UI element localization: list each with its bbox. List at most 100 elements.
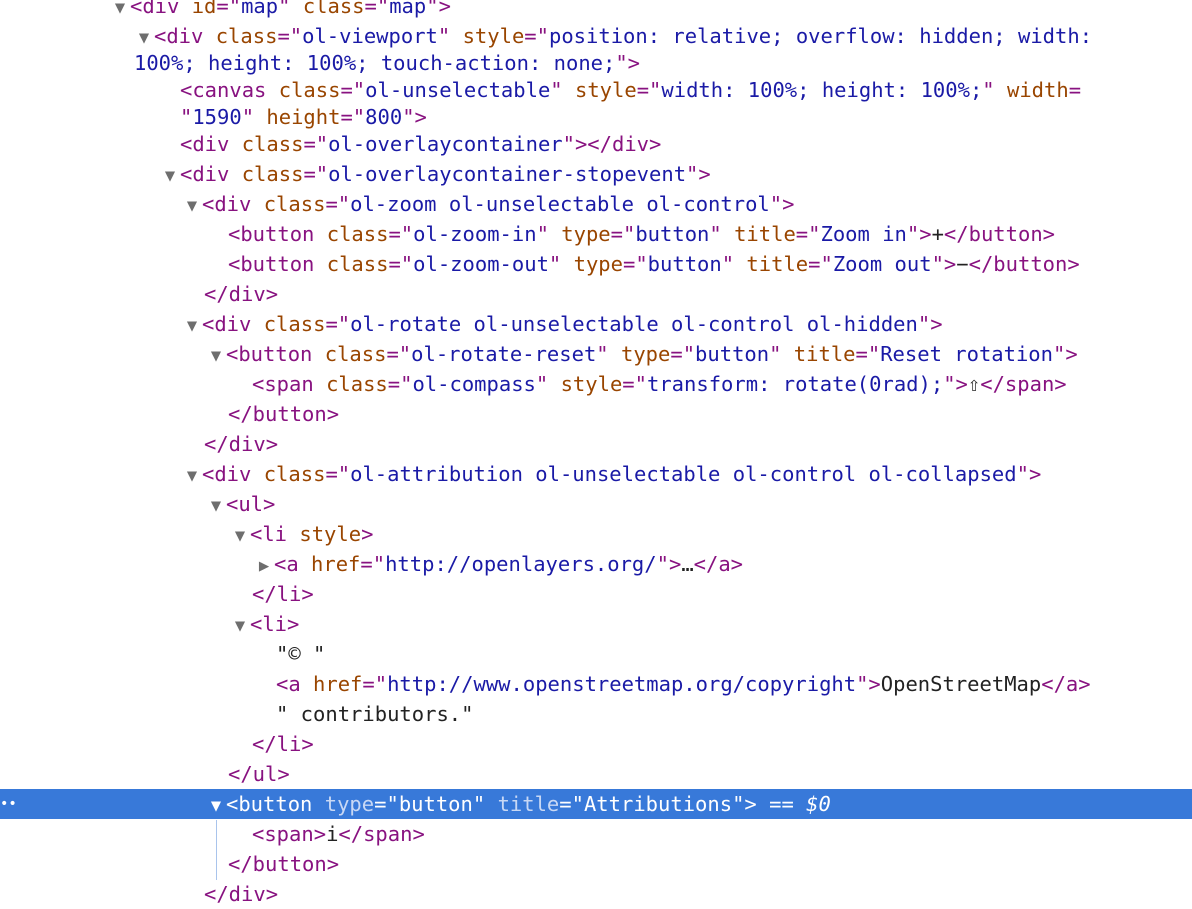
token-tag: <a xyxy=(274,552,312,576)
dom-node-line[interactable]: <button class="ol-zoom-out" type="button… xyxy=(0,249,1192,279)
dom-node-line[interactable]: <span class="ol-compass" style="transfor… xyxy=(0,369,1192,399)
token-val: ol-unselectable xyxy=(365,78,551,102)
token-tag: <div xyxy=(154,24,216,48)
token-txt: i xyxy=(326,822,339,846)
node-content: <canvas class="ol-unselectable" style="w… xyxy=(180,75,1081,105)
dom-node-line[interactable]: </button> xyxy=(0,399,1192,429)
token-tag: " xyxy=(180,105,193,129)
dom-node-line[interactable]: </div> xyxy=(0,429,1192,459)
token-txt: … xyxy=(681,552,694,576)
token-txt: " contributors." xyxy=(276,702,474,726)
node-content: ▶ <a href="http://openlayers.org/">…</a> xyxy=(254,549,743,581)
collapse-triangle-icon[interactable]: ▼ xyxy=(160,161,180,191)
token-val: map xyxy=(389,0,427,18)
node-content: <button class="ol-zoom-in" type="button"… xyxy=(228,219,1055,249)
token-tag: =" xyxy=(388,252,414,276)
dom-node-line[interactable]: "© " xyxy=(0,639,1192,669)
dom-node-line[interactable]: </div> xyxy=(0,879,1192,909)
node-content: </div> xyxy=(204,279,278,309)
token-tag: =" xyxy=(277,24,303,48)
selected-node-line[interactable]: •• ▼ <button type="button" title="Attribut… xyxy=(0,789,1192,819)
dom-node-line[interactable]: 100%; height: 100%; touch-action: none;"… xyxy=(0,48,1192,78)
dom-node-line[interactable]: <a href="http://www.openstreetmap.org/co… xyxy=(0,669,1192,699)
token-tag: =" xyxy=(855,342,881,366)
collapse-triangle-icon[interactable]: ▼ xyxy=(182,191,202,221)
token-tag: =" xyxy=(325,192,351,216)
token-tag: =" xyxy=(386,342,412,366)
token-tag: =" xyxy=(362,672,388,696)
token-tag: =" xyxy=(340,105,366,129)
token-tag: </a> xyxy=(1041,672,1091,696)
token-val: ol-viewport xyxy=(302,24,438,48)
token-tag: <li> xyxy=(250,612,300,636)
dom-node-line[interactable]: ▼ <ul> xyxy=(0,489,1192,519)
token-tag: </button> xyxy=(968,252,1080,276)
token-url[interactable]: http://www.openstreetmap.org/copyright xyxy=(387,672,856,696)
node-content: " contributors." xyxy=(276,699,473,729)
collapse-triangle-icon[interactable]: ▼ xyxy=(182,461,202,491)
collapse-triangle-icon[interactable]: ▼ xyxy=(230,521,250,551)
token-val: position: relative; overflow: hidden; wi… xyxy=(548,24,1093,48)
token-attr: class xyxy=(263,462,326,486)
collapse-triangle-icon[interactable]: ▼ xyxy=(206,491,226,521)
token-tag: "> xyxy=(931,252,957,276)
dom-node-line[interactable]: </div> xyxy=(0,279,1192,309)
dom-node-line[interactable]: ▼ <div class="ol-zoom ol-unselectable ol-… xyxy=(0,189,1192,219)
dom-node-line[interactable]: ▼ <div id="map" class="map"> xyxy=(0,0,1192,21)
token-val: ol-overlaycontainer xyxy=(328,132,563,156)
dom-node-line[interactable]: ▼ <button class="ol-rotate-reset" type="b… xyxy=(0,339,1192,369)
dom-node-line[interactable]: ▼ <div class="ol-attribution ol-unselecta… xyxy=(0,459,1192,489)
token-tag: =" xyxy=(360,552,386,576)
node-content: ▼ <li> xyxy=(230,609,300,641)
token-tag: <button xyxy=(226,342,325,366)
expand-triangle-icon[interactable]: ▶ xyxy=(254,551,274,581)
token-val: ol-compass xyxy=(412,372,536,396)
dom-node-line[interactable]: </ul> xyxy=(0,759,1192,789)
token-tag: <button xyxy=(228,252,327,276)
token-tag: "> xyxy=(1053,342,1078,366)
dom-node-line[interactable]: <span>i</span> xyxy=(0,819,1192,849)
collapse-triangle-icon[interactable]: ▼ xyxy=(206,341,226,371)
dom-node-line[interactable]: "1590" height="800"> xyxy=(0,102,1192,132)
node-content: </li> xyxy=(252,579,314,609)
token-tag: "> xyxy=(906,222,932,246)
token-tag: " xyxy=(721,252,747,276)
token-tag: <div xyxy=(202,192,264,216)
dom-node-line[interactable]: ▶ <a href="http://openlayers.org/">…</a> xyxy=(0,549,1192,579)
token-val: 100%; height: 100%; touch-action: none; xyxy=(134,51,616,75)
dom-node-line[interactable]: ▼ <div class="ol-rotate ol-unselectable o… xyxy=(0,309,1192,339)
token-tag: "> xyxy=(732,792,757,816)
collapse-triangle-icon[interactable]: ▼ xyxy=(182,311,202,341)
token-tag: =" xyxy=(636,78,662,102)
token-tag: =" xyxy=(340,78,366,102)
dom-node-line[interactable]: ▼ <li style> xyxy=(0,519,1192,549)
node-content: ▼ <div class="ol-overlaycontainer-stopeve… xyxy=(160,159,711,191)
dom-node-line[interactable]: <canvas class="ol-unselectable" style="w… xyxy=(0,75,1192,105)
dom-node-line[interactable]: <button class="ol-zoom-in" type="button"… xyxy=(0,219,1192,249)
token-tag: =" xyxy=(374,792,399,816)
dom-node-line[interactable]: " contributors." xyxy=(0,699,1192,729)
dom-node-line[interactable]: </button> xyxy=(0,849,1192,879)
token-val: ol-overlaycontainer-stopevent xyxy=(328,162,687,186)
token-val: button xyxy=(398,792,473,816)
dom-node-line[interactable]: </li> xyxy=(0,579,1192,609)
token-attr: class xyxy=(215,24,278,48)
dom-node-line[interactable]: ▼ <li> xyxy=(0,609,1192,639)
token-attr: style xyxy=(574,78,637,102)
token-tag: " xyxy=(769,342,794,366)
collapse-triangle-icon[interactable]: ▼ xyxy=(230,611,250,641)
token-tag: </button> xyxy=(943,222,1056,246)
token-url[interactable]: http://openlayers.org/ xyxy=(385,552,657,576)
token-tag: =" xyxy=(303,162,329,186)
more-actions-icon[interactable]: •• xyxy=(0,789,17,819)
node-content: <div class="ol-overlaycontainer"></div> xyxy=(180,129,661,159)
collapse-triangle-icon[interactable]: ▼ xyxy=(110,0,130,23)
dom-node-line[interactable]: ▼ <div class="ol-overlaycontainer-stopeve… xyxy=(0,159,1192,189)
collapse-triangle-icon[interactable]: ▼ xyxy=(206,791,226,821)
token-tag: " xyxy=(241,105,267,129)
token-tag: =" xyxy=(559,792,584,816)
dom-node-line[interactable]: <div class="ol-overlaycontainer"></div> xyxy=(0,129,1192,159)
dom-node-line[interactable]: ▼ <div class="ol-viewport" style="positio… xyxy=(0,21,1192,51)
dom-node-line[interactable]: </li> xyxy=(0,729,1192,759)
token-tag: " xyxy=(550,78,575,102)
